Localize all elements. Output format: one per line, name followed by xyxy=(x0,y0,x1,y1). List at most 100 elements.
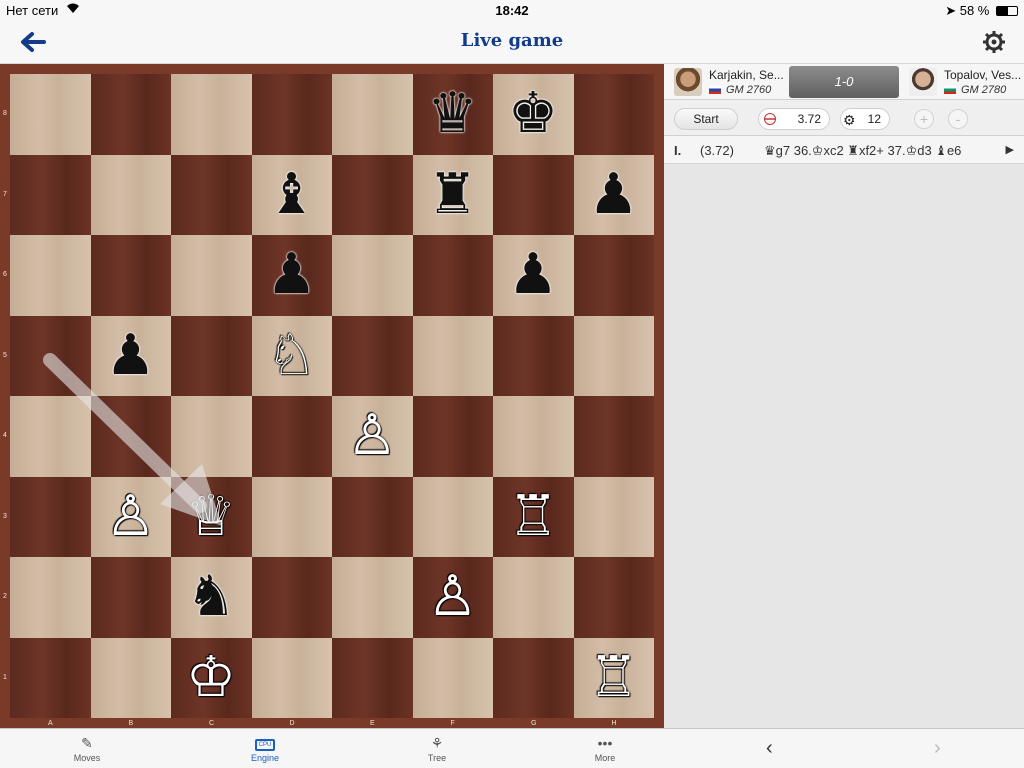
white-king[interactable]: ♔ xyxy=(171,638,251,718)
previous-move-icon[interactable]: ‹ xyxy=(766,737,773,760)
board-square[interactable] xyxy=(493,396,574,477)
tab-moves[interactable]: ✎ Moves xyxy=(47,733,127,763)
board-square[interactable] xyxy=(573,557,654,638)
board-square[interactable] xyxy=(332,637,413,718)
tree-icon: ⚘ xyxy=(430,735,444,751)
board-square[interactable] xyxy=(573,315,654,396)
line-score: (3.72) xyxy=(700,143,734,158)
board-square[interactable] xyxy=(412,315,493,396)
board-square[interactable] xyxy=(90,557,171,638)
board-square[interactable] xyxy=(493,154,574,235)
evaluation-icon xyxy=(764,113,776,125)
tab-label: Moves xyxy=(73,753,101,763)
white-pawn[interactable]: ♙ xyxy=(91,477,171,557)
board-square[interactable] xyxy=(10,154,91,235)
engine-line[interactable]: I. (3.72) ♛g7 36.♔xc2 ♜xf2+ 37.♔d3 ♝e6 ▶ xyxy=(664,136,1024,164)
board-square[interactable] xyxy=(573,74,654,155)
board-square[interactable] xyxy=(171,315,252,396)
black-player[interactable]: Topalov, Ves... GM 2780 xyxy=(899,64,1024,100)
board-square[interactable] xyxy=(171,74,252,155)
board-square[interactable] xyxy=(90,235,171,316)
board-square[interactable] xyxy=(10,557,91,638)
board-square[interactable] xyxy=(412,396,493,477)
avatar xyxy=(909,68,937,96)
white-knight[interactable]: ♘ xyxy=(252,316,332,396)
board-square[interactable] xyxy=(90,637,171,718)
depth-pill: ⚙ 12 xyxy=(840,108,890,130)
rank-label: 8 xyxy=(3,110,7,117)
board-square[interactable] xyxy=(90,396,171,477)
board-square[interactable] xyxy=(171,154,252,235)
clock: 18:42 xyxy=(495,3,529,18)
white-player[interactable]: Karjakin, Se... GM 2760 xyxy=(664,64,789,100)
black-pawn[interactable]: ♟ xyxy=(252,235,332,315)
board-square[interactable] xyxy=(332,315,413,396)
next-move-icon[interactable]: › xyxy=(934,737,941,760)
board-square[interactable] xyxy=(10,637,91,718)
board-square[interactable] xyxy=(493,637,574,718)
file-label: A xyxy=(48,720,53,727)
black-rook[interactable]: ♜ xyxy=(413,155,493,235)
board-square[interactable] xyxy=(251,74,332,155)
chess-board[interactable]: 8 7 6 5 4 3 2 1 A B C D E F G H ♛ ♚ ♝ ♜ ♟ ♟ ♟ ♟ ♘ ♙ ♙ ♕ ♖ ♞ ♙ ♔ ♖ xyxy=(3,74,654,727)
bulgaria-flag-icon xyxy=(944,86,956,94)
black-player-rating: GM 2780 xyxy=(961,84,1007,96)
board-square[interactable] xyxy=(10,74,91,155)
add-line-button[interactable]: + xyxy=(914,109,934,129)
black-queen[interactable]: ♛ xyxy=(413,74,493,154)
board-square[interactable] xyxy=(332,235,413,316)
gears-icon: ⚙ xyxy=(843,112,856,128)
board-square[interactable] xyxy=(171,396,252,477)
black-pawn[interactable]: ♟ xyxy=(493,235,573,315)
board-square[interactable] xyxy=(10,396,91,477)
board-square[interactable] xyxy=(251,396,332,477)
black-bishop[interactable]: ♝ xyxy=(252,155,332,235)
remove-line-button[interactable]: - xyxy=(948,109,968,129)
tab-more[interactable]: ••• More xyxy=(565,733,645,763)
black-knight[interactable]: ♞ xyxy=(171,557,251,637)
white-pawn[interactable]: ♙ xyxy=(413,557,493,637)
board-square[interactable] xyxy=(412,235,493,316)
line-index: I. xyxy=(674,143,682,158)
tab-engine[interactable]: CPU Engine xyxy=(225,733,305,763)
board-square[interactable] xyxy=(573,476,654,557)
board-square[interactable] xyxy=(90,74,171,155)
board-square[interactable] xyxy=(493,557,574,638)
white-queen[interactable]: ♕ xyxy=(171,477,251,557)
board-square[interactable] xyxy=(10,315,91,396)
board-square[interactable] xyxy=(251,637,332,718)
tab-label: Engine xyxy=(250,753,280,763)
gear-icon[interactable] xyxy=(982,30,1006,54)
board-square[interactable] xyxy=(493,315,574,396)
board-square[interactable] xyxy=(332,74,413,155)
black-pawn[interactable]: ♟ xyxy=(574,155,654,235)
engine-toolbar: Start 3.72 ⚙ 12 + - xyxy=(664,100,1024,136)
board-square[interactable] xyxy=(412,637,493,718)
board-square[interactable] xyxy=(332,557,413,638)
black-king[interactable]: ♚ xyxy=(493,74,573,154)
board-square[interactable] xyxy=(251,476,332,557)
board-square[interactable] xyxy=(573,396,654,477)
board-square[interactable] xyxy=(332,154,413,235)
board-square[interactable] xyxy=(90,154,171,235)
start-button[interactable]: Start xyxy=(674,108,738,130)
location-icon: ➤ xyxy=(945,3,960,18)
white-rook[interactable]: ♖ xyxy=(493,477,573,557)
rank-label: 4 xyxy=(3,432,7,439)
battery-percent: 58 % xyxy=(959,3,990,18)
board-square[interactable] xyxy=(171,235,252,316)
file-label: C xyxy=(209,720,215,727)
white-rook[interactable]: ♖ xyxy=(574,638,654,718)
white-pawn[interactable]: ♙ xyxy=(332,396,412,476)
black-pawn[interactable]: ♟ xyxy=(91,316,171,396)
tab-tree[interactable]: ⚘ Tree xyxy=(397,733,477,763)
play-icon[interactable]: ▶ xyxy=(1006,143,1014,156)
board-square[interactable] xyxy=(412,476,493,557)
line-moves: ♛g7 36.♔xc2 ♜xf2+ 37.♔d3 ♝e6 xyxy=(764,143,962,158)
board-square[interactable] xyxy=(10,476,91,557)
board-square[interactable] xyxy=(251,557,332,638)
board-square[interactable] xyxy=(10,235,91,316)
board-square[interactable] xyxy=(332,476,413,557)
file-label: H xyxy=(611,720,617,727)
board-square[interactable] xyxy=(573,235,654,316)
